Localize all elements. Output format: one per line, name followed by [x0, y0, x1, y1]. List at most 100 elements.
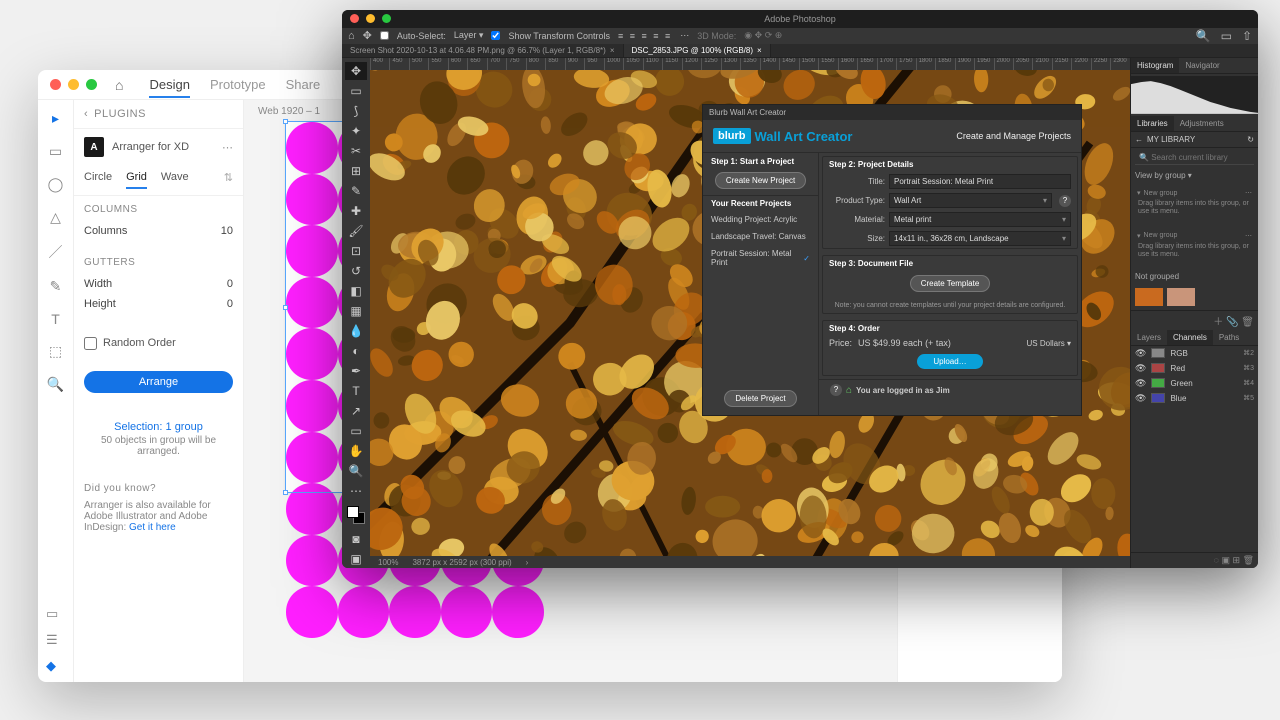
trash-icon[interactable]: 🗑	[1241, 317, 1254, 328]
tab-design[interactable]: Design	[149, 77, 189, 98]
help-icon[interactable]: ?	[1059, 195, 1071, 207]
seg-wave[interactable]: Wave	[161, 171, 189, 189]
tab-channels[interactable]: Channels	[1167, 330, 1213, 345]
tab-navigator[interactable]: Navigator	[1179, 58, 1225, 73]
zoom-tool-icon[interactable]: 🔍	[47, 376, 64, 393]
move-tool-icon[interactable]: ✥	[345, 62, 367, 80]
tab-histogram[interactable]: Histogram	[1131, 58, 1179, 73]
color-swatch[interactable]	[1167, 288, 1195, 306]
create-template-button[interactable]: Create Template	[910, 275, 991, 292]
recent-project[interactable]: Wedding Project: Acrylic	[703, 211, 818, 228]
edit-toolbar-icon[interactable]: ⋯	[345, 482, 367, 500]
more-icon[interactable]: ⋯	[222, 141, 233, 154]
doc-tab[interactable]: DSC_2853.JPG @ 100% (RGB/8)×	[624, 44, 771, 57]
history-brush-icon[interactable]: ↺	[345, 262, 367, 280]
save-sel-icon[interactable]: ▣	[1221, 555, 1230, 565]
close-icon[interactable]: ×	[610, 46, 615, 55]
arrange-button[interactable]: Arrange	[84, 371, 233, 393]
tab-share[interactable]: Share	[286, 77, 321, 92]
seg-circle[interactable]: Circle	[84, 171, 112, 189]
load-sel-icon[interactable]: ◌	[1214, 555, 1219, 565]
sync-icon[interactable]: ↻	[1247, 135, 1254, 144]
channel-row[interactable]: 👁RGB⌘2	[1131, 346, 1258, 361]
tab-adjustments[interactable]: Adjustments	[1174, 116, 1230, 131]
zoom-tool-icon[interactable]: 🔍	[345, 462, 367, 480]
artboard-tool-icon[interactable]: ⬚	[49, 343, 62, 360]
screenmode-icon[interactable]: ▣	[345, 550, 367, 568]
sliders-icon[interactable]: ⇅	[224, 171, 233, 189]
size-select[interactable]: 14x11 in., 36x28 cm, Landscape▾	[889, 231, 1071, 246]
create-project-button[interactable]: Create New Project	[715, 172, 806, 189]
add-icon[interactable]: ＋	[1213, 317, 1223, 328]
auto-select-checkbox[interactable]	[380, 31, 389, 40]
columns-field[interactable]: 10	[221, 225, 233, 237]
attach-icon[interactable]: 📎	[1226, 317, 1238, 328]
traffic-lights[interactable]	[50, 79, 97, 90]
text-tool-icon[interactable]: T	[51, 311, 60, 327]
recent-project[interactable]: Landscape Travel: Canvas	[703, 228, 818, 245]
zoom-level[interactable]: 100%	[378, 558, 398, 567]
color-swatch[interactable]	[1135, 288, 1163, 306]
ellipse-tool-icon[interactable]: ◯	[48, 176, 64, 193]
quickmask-icon[interactable]: ◙	[345, 530, 367, 548]
wand-tool-icon[interactable]: ✦	[345, 122, 367, 140]
align-icons[interactable]: ≡ ≡ ≡ ≡ ≡	[618, 31, 672, 41]
height-field[interactable]: 0	[227, 298, 233, 310]
delete-project-button[interactable]: Delete Project	[724, 390, 796, 407]
upload-button[interactable]: Upload…	[917, 354, 982, 369]
channel-row[interactable]: 👁Green⌘4	[1131, 376, 1258, 391]
channel-row[interactable]: 👁Blue⌘5	[1131, 391, 1258, 406]
fg-bg-swatch[interactable]	[347, 506, 365, 524]
line-tool-icon[interactable]: ／	[49, 242, 63, 262]
transform-checkbox[interactable]	[491, 31, 500, 40]
visibility-icon[interactable]: 👁	[1135, 348, 1146, 359]
blur-tool-icon[interactable]: 💧	[345, 322, 367, 340]
eraser-tool-icon[interactable]: ◧	[345, 282, 367, 300]
group-header[interactable]: ▾ New group⋯	[1137, 232, 1252, 240]
chevron-left-icon[interactable]: ←	[1135, 135, 1143, 144]
visibility-icon[interactable]: 👁	[1135, 363, 1146, 374]
home-icon[interactable]: ⌂	[846, 385, 852, 396]
material-select[interactable]: Metal print▾	[889, 212, 1071, 227]
polygon-tool-icon[interactable]: △	[50, 209, 61, 226]
search-icon[interactable]: 🔍	[1196, 29, 1211, 43]
channel-row[interactable]: 👁Red⌘3	[1131, 361, 1258, 376]
visibility-icon[interactable]: 👁	[1135, 378, 1146, 389]
pen-tool-icon[interactable]: ✎	[50, 278, 62, 295]
path-tool-icon[interactable]: ↗	[345, 402, 367, 420]
3d-icons[interactable]: ◉ ✥ ⟳ ⊕	[744, 30, 782, 41]
currency-select[interactable]: US Dollars ▾	[1027, 339, 1071, 348]
random-order-checkbox[interactable]: Random Order	[84, 330, 233, 355]
crop-tool-icon[interactable]: ✂	[345, 142, 367, 160]
eyedropper-tool-icon[interactable]: ✎	[345, 182, 367, 200]
brush-tool-icon[interactable]: 🖌	[345, 222, 367, 240]
seg-grid[interactable]: Grid	[126, 171, 147, 189]
visibility-icon[interactable]: 👁	[1135, 393, 1146, 404]
gradient-tool-icon[interactable]: ▦	[345, 302, 367, 320]
tab-layers[interactable]: Layers	[1131, 330, 1167, 345]
home-icon[interactable]: ⌂	[348, 30, 355, 42]
tab-prototype[interactable]: Prototype	[210, 77, 266, 92]
marquee-tool-icon[interactable]: ▭	[345, 82, 367, 100]
trash-icon[interactable]: 🗑	[1243, 555, 1254, 565]
width-field[interactable]: 0	[227, 278, 233, 290]
dodge-tool-icon[interactable]: ◐	[345, 342, 367, 360]
lasso-tool-icon[interactable]: ⟆	[345, 102, 367, 120]
view-by[interactable]: View by group ▾	[1131, 168, 1258, 183]
manage-link[interactable]: Create and Manage Projects	[956, 131, 1071, 141]
close-icon[interactable]: ×	[757, 46, 762, 55]
stamp-tool-icon[interactable]: ⊡	[345, 242, 367, 260]
select-tool-icon[interactable]: ▸	[52, 110, 59, 127]
help-icon[interactable]: ?	[830, 384, 842, 396]
home-icon[interactable]: ⌂	[115, 77, 123, 93]
heal-tool-icon[interactable]: ✚	[345, 202, 367, 220]
doc-tab[interactable]: Screen Shot 2020-10-13 at 4.06.48 PM.png…	[342, 44, 624, 57]
artboard-label[interactable]: Web 1920 – 1	[258, 106, 320, 117]
shape-tool-icon[interactable]: ▭	[345, 422, 367, 440]
search-input[interactable]: 🔍 Search current library	[1135, 151, 1254, 165]
pen-tool-icon[interactable]: ✒	[345, 362, 367, 380]
more-icon[interactable]: ⋯	[680, 30, 689, 41]
assets-icon[interactable]: ▭	[46, 606, 58, 622]
recent-project[interactable]: Portrait Session: Metal Print✓	[703, 245, 818, 271]
frame-tool-icon[interactable]: ⊞	[345, 162, 367, 180]
